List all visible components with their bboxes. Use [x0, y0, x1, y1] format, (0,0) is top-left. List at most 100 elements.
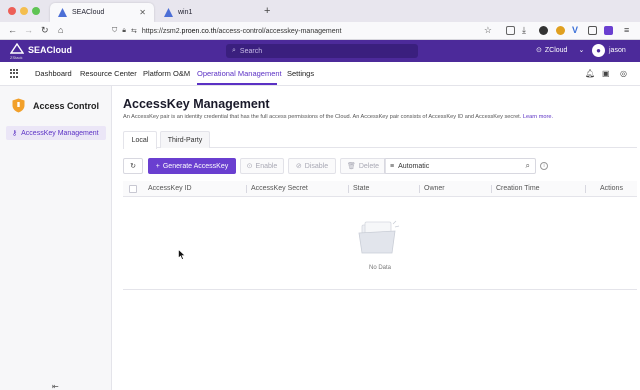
- bookmark-star-icon[interactable]: ☆: [484, 25, 492, 36]
- sidebar-header: Access Control: [12, 98, 99, 113]
- mouse-cursor-icon: [178, 249, 186, 260]
- nav-platform-om[interactable]: Platform O&M: [143, 69, 190, 78]
- delete-button[interactable]: 🗑︎ Delete: [340, 158, 386, 174]
- new-tab-button[interactable]: +: [264, 5, 270, 17]
- table-empty-state: No Data: [123, 197, 637, 290]
- home-icon[interactable]: ⌂: [58, 25, 63, 35]
- empty-folder-icon: [358, 220, 400, 254]
- user-menu[interactable]: ● jason: [592, 44, 626, 57]
- disable-button[interactable]: ⊘ Disable: [288, 158, 336, 174]
- disable-icon: ⊘: [295, 163, 302, 170]
- shield-icon: [12, 98, 25, 113]
- forward-arrow-icon[interactable]: →: [24, 25, 33, 35]
- task-icon[interactable]: ▣: [602, 69, 610, 78]
- refresh-icon: ↻: [130, 163, 136, 170]
- shield-icon: ⛉: [112, 27, 118, 34]
- active-nav-indicator: [197, 83, 277, 85]
- info-icon[interactable]: i: [540, 162, 548, 170]
- top-navigation: Dashboard Resource Center Platform O&M O…: [0, 62, 640, 86]
- zone-name: ZCloud: [544, 46, 568, 54]
- key-icon: ⚷: [12, 130, 18, 137]
- refresh-button[interactable]: ↻: [123, 158, 143, 174]
- sidebar-title: Access Control: [33, 100, 100, 111]
- reload-icon[interactable]: ↻: [41, 25, 49, 36]
- column-divider: [585, 185, 586, 193]
- close-tab-icon[interactable]: ✕: [139, 8, 146, 17]
- column-state[interactable]: State: [353, 185, 369, 192]
- notification-bell-icon[interactable]: 🔔︎: [585, 69, 595, 78]
- filter-value: Automatic: [398, 162, 430, 170]
- enable-icon: ⊙: [246, 163, 253, 170]
- page-description: An AccessKey pair is an identity credent…: [123, 114, 554, 120]
- sidebar-item-label: AccessKey Management: [21, 129, 99, 137]
- sidebar-item-accesskey-management[interactable]: ⚷ AccessKey Management: [6, 126, 106, 140]
- tab-local[interactable]: Local: [123, 131, 157, 149]
- trash-icon: 🗑︎: [346, 163, 356, 170]
- column-divider: [348, 185, 349, 193]
- tab-third-party[interactable]: Third-Party: [160, 131, 210, 148]
- search-icon[interactable]: ⌕: [526, 161, 530, 171]
- zstack-logo-icon: [58, 8, 67, 17]
- column-accesskey-secret[interactable]: AccessKey Secret: [251, 185, 308, 192]
- column-actions: Actions: [600, 185, 623, 192]
- vpn-icon[interactable]: V: [572, 25, 578, 35]
- nav-operational-management[interactable]: Operational Management: [197, 69, 282, 78]
- app-grid-icon[interactable]: [10, 69, 19, 78]
- empty-state-text: No Data: [368, 265, 391, 271]
- user-name: jason: [609, 47, 626, 54]
- main-content: AccessKey Management An AccessKey pair i…: [112, 86, 640, 390]
- lock-icon: 🔒︎: [122, 27, 126, 34]
- column-divider: [491, 185, 492, 193]
- search-icon: ⌕: [232, 47, 236, 54]
- extension-box-icon[interactable]: [588, 26, 597, 35]
- window-minimize-button[interactable]: [20, 7, 28, 15]
- browser-tab-bar: SEACloud ✕ win1 +: [0, 0, 640, 22]
- select-all-checkbox[interactable]: [129, 185, 137, 193]
- column-divider: [419, 185, 420, 193]
- back-arrow-icon[interactable]: ←: [8, 25, 17, 35]
- browser-tab-label: win1: [178, 9, 193, 16]
- filter-search-input[interactable]: ≡ Automatic ⌕: [384, 158, 536, 174]
- browser-tab-win1[interactable]: win1: [156, 3, 260, 22]
- column-creation-time[interactable]: Creation Time: [496, 185, 540, 192]
- table-header: AccessKey ID AccessKey Secret State Owne…: [123, 181, 637, 197]
- nav-resource-center[interactable]: Resource Center: [80, 69, 137, 78]
- page-title: AccessKey Management: [123, 97, 270, 111]
- nav-dashboard[interactable]: Dashboard: [35, 69, 72, 78]
- browser-tab-label: SEACloud: [72, 9, 105, 16]
- global-search-input[interactable]: ⌕ Search: [226, 44, 418, 58]
- logo-caption: ZStack: [10, 55, 23, 60]
- content-tabs: Local Third-Party: [123, 131, 637, 149]
- column-owner[interactable]: Owner: [424, 185, 445, 192]
- extension-purple-icon[interactable]: [604, 26, 613, 35]
- column-divider: [246, 185, 247, 193]
- help-icon[interactable]: ◎: [620, 69, 627, 78]
- column-accesskey-id[interactable]: AccessKey ID: [148, 185, 192, 192]
- learn-more-link[interactable]: Learn more.: [523, 114, 553, 120]
- url-text: https://zsm2.proen.co.th/access-control/…: [141, 27, 342, 35]
- nav-settings[interactable]: Settings: [287, 69, 314, 78]
- permissions-icon: ⇆: [130, 28, 137, 35]
- location-pin-icon: ⊙: [536, 47, 542, 54]
- zone-selector[interactable]: ⊙ ZCloud ⌄: [536, 46, 585, 55]
- chevron-down-icon: ⌄: [578, 47, 585, 54]
- extension-dark-icon[interactable]: [539, 26, 548, 35]
- menu-icon[interactable]: ≡: [624, 25, 629, 35]
- window-close-button[interactable]: [8, 7, 16, 15]
- browser-tab-seacloud[interactable]: SEACloud ✕: [50, 3, 154, 22]
- pocket-icon[interactable]: [506, 26, 515, 35]
- generate-accesskey-button[interactable]: + Generate AccessKey: [148, 158, 236, 174]
- avatar: ●: [592, 44, 605, 57]
- window-maximize-button[interactable]: [32, 7, 40, 15]
- download-icon[interactable]: ⤓: [522, 25, 526, 36]
- collapse-sidebar-icon[interactable]: ⇤: [52, 382, 59, 390]
- sidebar: Access Control ⚷ AccessKey Management ⇤: [0, 86, 112, 390]
- search-placeholder: Search: [239, 47, 263, 55]
- enable-button[interactable]: ⊙ Enable: [240, 158, 284, 174]
- plus-icon: +: [155, 162, 160, 170]
- address-bar[interactable]: ⛉ 🔒︎ ⇆ https://zsm2.proen.co.th/access-c…: [112, 24, 492, 38]
- extension-orange-icon[interactable]: [556, 26, 565, 35]
- browser-toolbar: ← → ↻ ⌂ ⛉ 🔒︎ ⇆ https://zsm2.proen.co.th/…: [0, 22, 640, 40]
- brand-name: SEACloud: [28, 45, 72, 55]
- zstack-logo-icon: [164, 8, 173, 17]
